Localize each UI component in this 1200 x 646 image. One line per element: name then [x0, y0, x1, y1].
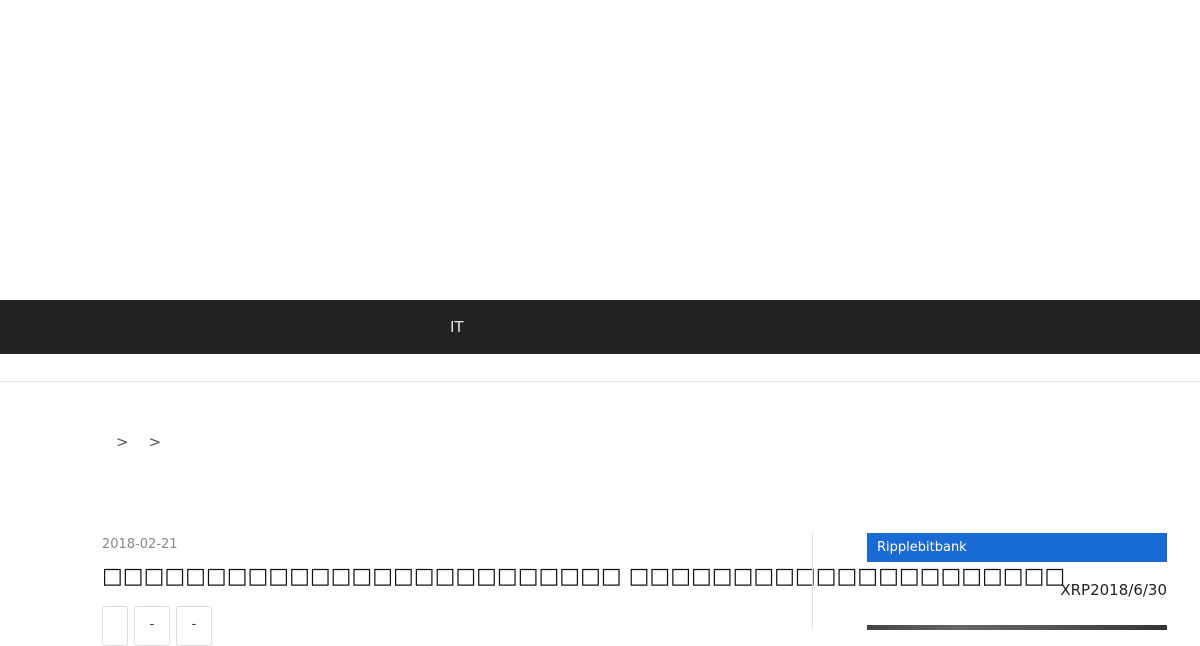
sidebar-widget-title: Ripplebitbank: [867, 533, 1167, 562]
breadcrumb-item-category[interactable]: [137, 432, 141, 452]
breadcrumb-separator: >: [148, 433, 162, 451]
sidebar-widget-link[interactable]: XRP2018/6/30: [1060, 581, 1167, 599]
content-sidebar-divider: [812, 532, 813, 630]
breadcrumb-item-current: [169, 432, 173, 452]
sidebar: Ripplebitbank XRP2018/6/30: [867, 533, 1167, 630]
share-button-1[interactable]: [102, 606, 128, 646]
main-navbar: IT: [0, 300, 1200, 354]
share-button-3[interactable]: -: [176, 606, 212, 646]
article-main: 2018-02-21 □□□□□□□□□□□□□□□□□□□□□□□□□ □□□…: [102, 530, 1065, 646]
header-banner: [0, 0, 1200, 300]
share-buttons: - -: [102, 606, 212, 646]
breadcrumb-item-home[interactable]: [104, 432, 108, 452]
post-date: 2018-02-21: [102, 537, 178, 552]
subnav-divider: [0, 381, 1200, 382]
breadcrumb: > >: [104, 430, 173, 454]
share-button-2[interactable]: -: [134, 606, 170, 646]
sidebar-widget-thumbnail[interactable]: [867, 625, 1167, 630]
nav-item-it[interactable]: IT: [444, 300, 470, 354]
breadcrumb-separator: >: [116, 433, 129, 451]
